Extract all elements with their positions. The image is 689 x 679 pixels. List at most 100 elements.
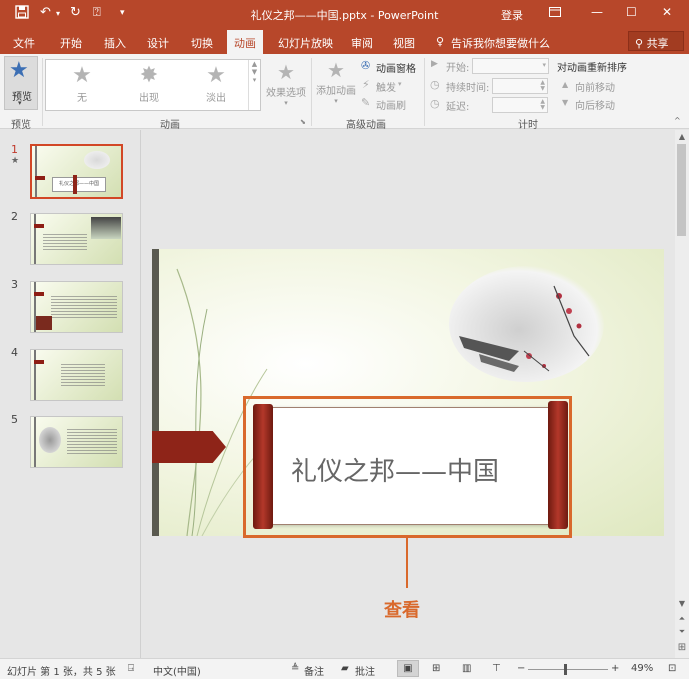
- red-arrow-decoration: [152, 431, 226, 463]
- thumb-flag: [34, 224, 44, 228]
- chevron-down-icon: ▾: [542, 61, 546, 69]
- thumb-flag: [34, 360, 44, 364]
- add-animation-star-icon: ★: [327, 58, 345, 82]
- slide-thumbnail[interactable]: [30, 281, 123, 333]
- slide-thumbnail-pane: 1 ★ 礼仪之邦——中国 2 3 4 5: [0, 130, 141, 658]
- comments-button[interactable]: 批注: [355, 663, 375, 678]
- normal-view-icon[interactable]: ▣: [397, 660, 419, 677]
- zoom-out-icon[interactable]: −: [517, 663, 525, 674]
- spelling-check-icon[interactable]: ⍈: [128, 663, 134, 674]
- thumb-text: [61, 364, 105, 388]
- delay-field[interactable]: ▲ ▼: [492, 97, 548, 113]
- tab-design[interactable]: 设计: [147, 35, 169, 51]
- share-button[interactable]: ⚲ 共享: [628, 31, 684, 51]
- move-later-icon: ▼: [562, 98, 569, 107]
- slide-thumbnail[interactable]: 礼仪之邦——中国: [30, 144, 123, 199]
- login-button[interactable]: 登录: [501, 7, 523, 23]
- tab-home[interactable]: 开始: [60, 35, 82, 51]
- thumb-scroll: 礼仪之邦——中国: [52, 177, 106, 192]
- start-dropdown[interactable]: ▾: [472, 58, 549, 74]
- close-icon[interactable]: ✕: [662, 5, 672, 19]
- delay-label: 延迟:: [446, 102, 470, 113]
- preview-group-label: 预览: [11, 120, 31, 131]
- dialog-launcher-icon[interactable]: ⬊: [300, 118, 306, 126]
- animation-appear[interactable]: ✸ 出现: [121, 63, 177, 104]
- animation-fade[interactable]: ★ 淡出: [188, 63, 244, 104]
- animation-none[interactable]: ★ 无: [54, 63, 110, 104]
- scroll-up-icon[interactable]: ▲: [676, 132, 688, 141]
- ribbon-display-options-icon[interactable]: [548, 5, 562, 22]
- slide-thumbnail[interactable]: [30, 416, 123, 468]
- tab-insert[interactable]: 插入: [104, 35, 126, 51]
- add-animation-button[interactable]: ★ 添加动画 ▾: [315, 58, 357, 112]
- tab-review[interactable]: 审阅: [351, 35, 373, 51]
- zoom-slider-track[interactable]: [528, 669, 608, 670]
- callout-line: [406, 538, 408, 588]
- scroll-down-icon[interactable]: ▼: [676, 599, 688, 608]
- animation-painter-button[interactable]: 动画刷: [376, 97, 406, 112]
- animation-star-icon: ★: [11, 156, 20, 166]
- tab-slideshow[interactable]: 幻灯片放映: [278, 35, 333, 51]
- thumb-image: [36, 316, 52, 330]
- preview-button[interactable]: ★ 预览 ▾: [4, 56, 38, 110]
- move-earlier-button[interactable]: 向前移动: [575, 79, 615, 94]
- slideshow-icon[interactable]: ⊤: [492, 663, 501, 674]
- tab-view[interactable]: 视图: [393, 35, 415, 51]
- vertical-scrollbar[interactable]: ▲ ▼ ⏶ ⏷ ⊞: [675, 130, 689, 658]
- preview-label: 预览: [12, 92, 32, 103]
- slide-count: 幻灯片 第 1 张，共 5 张: [7, 667, 116, 678]
- slide-thumbnail[interactable]: [30, 349, 123, 401]
- fit-to-window-icon[interactable]: ⊡: [668, 663, 676, 674]
- preview-star-icon: ★: [9, 58, 29, 83]
- status-bar: 幻灯片 第 1 张，共 5 张 ⍈ 中文(中国) ≜ 备注 ▰ 批注 ▣ ⊞ ▥…: [0, 658, 689, 679]
- tab-animations[interactable]: 动画: [227, 30, 263, 54]
- maximize-icon[interactable]: ☐: [626, 5, 637, 19]
- trigger-button[interactable]: 触发: [376, 79, 396, 94]
- duration-field[interactable]: ▲ ▼: [492, 78, 548, 94]
- comments-icon[interactable]: ▰: [341, 663, 349, 674]
- chevron-down-icon: ▾: [18, 99, 22, 107]
- slide-number: 3: [11, 278, 18, 291]
- window-title: 礼仪之邦——中国.pptx - PowerPoint: [250, 9, 439, 22]
- move-later-button[interactable]: 向后移动: [575, 97, 615, 112]
- previous-slide-icon[interactable]: ⏶: [676, 614, 688, 624]
- collapse-ribbon-icon[interactable]: ^: [674, 116, 681, 125]
- gallery-scrollbar[interactable]: ▲ ▼ ▾: [248, 60, 260, 110]
- animation-none-label: 无: [77, 93, 87, 104]
- chevron-down-icon: ▾: [284, 99, 288, 107]
- zoom-level[interactable]: 49%: [631, 663, 653, 674]
- start-label: 开始:: [446, 63, 470, 74]
- thumb-bar: [35, 146, 37, 197]
- person-icon: ⚲: [635, 37, 644, 50]
- advanced-animation-group-label: 高级动画: [346, 120, 386, 131]
- slide-sorter-icon[interactable]: ⊞: [432, 663, 440, 674]
- star-icon: ★: [72, 63, 92, 88]
- language-indicator[interactable]: 中文(中国): [153, 663, 201, 678]
- tab-file[interactable]: 文件: [13, 35, 35, 51]
- zoom-slider-handle[interactable]: [564, 664, 567, 675]
- effect-options-button[interactable]: ★ 效果选项 ▾: [265, 60, 307, 110]
- animation-pane-button[interactable]: 动画窗格: [376, 60, 416, 75]
- next-slide-icon[interactable]: ⏷: [676, 627, 688, 637]
- divider: [311, 58, 312, 126]
- tab-transitions[interactable]: 切换: [191, 35, 213, 51]
- spinner-icon: ▲ ▼: [540, 79, 545, 92]
- burst-star-icon: ✸: [139, 63, 159, 88]
- notes-icon[interactable]: ≜: [291, 663, 299, 674]
- play-icon: ▶: [431, 59, 438, 69]
- slide-number: 5: [11, 413, 18, 426]
- fit-slide-icon[interactable]: ⊞: [676, 642, 688, 653]
- clock-icon: ◷: [430, 97, 440, 110]
- scrollbar-thumb[interactable]: [677, 144, 686, 236]
- tell-me-search[interactable]: 告诉我你想要做什么: [451, 35, 550, 51]
- zoom-in-icon[interactable]: +: [611, 663, 619, 674]
- reading-view-icon[interactable]: ▥: [462, 663, 471, 674]
- notes-button[interactable]: 备注: [304, 663, 324, 678]
- ribbon: ★ 预览 ▾ 预览 ★ 无 ✸ 出现 ★ 淡出 ▲ ▼ ▾ ★ 效果选项 ▾ 动画 …: [0, 54, 689, 131]
- thumb-image: [91, 217, 121, 239]
- chevron-down-icon: ▾: [398, 80, 402, 88]
- pagoda-and-blossom: [459, 285, 590, 372]
- thumb-text: [67, 429, 117, 455]
- minimize-icon[interactable]: —: [591, 5, 603, 19]
- slide-thumbnail[interactable]: [30, 213, 123, 265]
